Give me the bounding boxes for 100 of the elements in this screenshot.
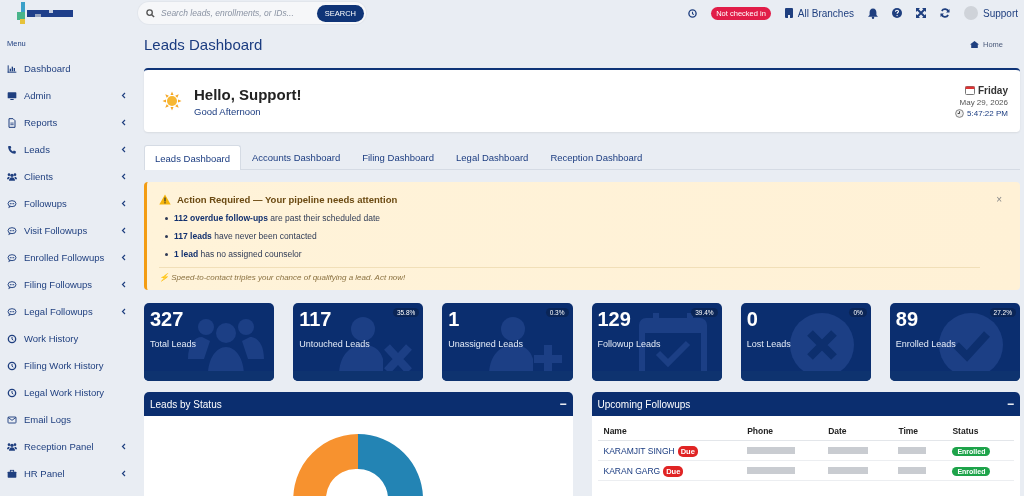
- sidebar-item[interactable]: Reports: [0, 109, 140, 136]
- sidebar-item[interactable]: Visit Followups: [0, 217, 140, 244]
- clock-icon: [7, 387, 17, 398]
- warning-icon: [159, 194, 171, 205]
- redacted-text: [828, 446, 869, 454]
- chat-icon: [7, 279, 17, 290]
- stat-value: 327: [150, 308, 184, 331]
- stat-card[interactable]: 327 Total Leads: [144, 303, 275, 381]
- alert-item: 117 leads have never been contacted: [174, 231, 317, 241]
- sidebar-item[interactable]: Enrolled Followups: [0, 244, 140, 271]
- stat-label: Lost Leads: [746, 339, 791, 349]
- time: 5:47:22 PM: [967, 108, 1008, 118]
- chart-icon: [7, 63, 17, 74]
- chat-icon: [7, 252, 17, 263]
- greeting-subtitle: Good Afternoon: [194, 105, 262, 117]
- file-icon: [7, 117, 17, 128]
- sidebar-item[interactable]: Followups: [0, 190, 140, 217]
- briefcase-icon: [7, 468, 17, 479]
- lead-name-link[interactable]: KARAN GARG: [603, 465, 661, 476]
- branch-selector[interactable]: All Branches: [784, 7, 854, 19]
- stat-value: 117: [299, 308, 332, 331]
- refresh-icon[interactable]: [939, 8, 950, 18]
- phone-icon: [7, 144, 17, 155]
- help-icon[interactable]: [891, 8, 902, 18]
- sidebar-item[interactable]: Leads: [0, 136, 140, 163]
- stat-label: Enrolled Leads: [895, 339, 956, 349]
- clock-icon: [7, 333, 17, 344]
- group-icon: [7, 441, 17, 452]
- sidebar-item[interactable]: Legal Followups: [0, 298, 140, 325]
- alert-item: 112 overdue follow-ups are past their scheduled date: [174, 213, 380, 223]
- weekday: Friday: [978, 84, 1008, 96]
- dashboard-tab[interactable]: Accounts Dashboard: [241, 145, 352, 169]
- avatar[interactable]: [963, 6, 978, 20]
- alert-item: 1 lead has no assigned counselor: [174, 249, 302, 259]
- column-header: Date: [822, 422, 893, 441]
- sidebar-item[interactable]: Filing Followups: [0, 271, 140, 298]
- panel-title: Leads by Status: [150, 398, 222, 410]
- stat-value: 129: [597, 308, 631, 331]
- clock-icon[interactable]: [688, 8, 698, 18]
- sidebar-item[interactable]: Filing Work History: [0, 352, 140, 379]
- stat-label: Unassigned Leads: [448, 339, 523, 349]
- sun-icon: [162, 91, 182, 111]
- chat-icon: [7, 306, 17, 317]
- sidebar-item[interactable]: Legal Work History: [0, 379, 140, 406]
- card-footer[interactable]: [442, 371, 573, 381]
- card-footer[interactable]: [293, 371, 424, 381]
- card-footer[interactable]: [591, 371, 722, 381]
- sidebar-item[interactable]: Dashboard: [0, 55, 140, 82]
- redacted-text: [747, 446, 796, 454]
- sidebar-item[interactable]: Clients: [0, 163, 140, 190]
- bullet-icon: [165, 252, 168, 256]
- bullet-icon: [165, 234, 168, 238]
- search-icon: [146, 8, 155, 18]
- stat-label: Followup Leads: [597, 339, 661, 349]
- building-icon: [784, 8, 793, 18]
- clock-icon: [955, 108, 965, 118]
- collapse-button[interactable]: −: [1007, 397, 1014, 411]
- stat-label: Total Leads: [150, 339, 197, 349]
- column-header: Name: [597, 422, 742, 441]
- sidebar-item[interactable]: Reception Panel: [0, 433, 140, 460]
- greeting-title: Hello, Support!: [194, 85, 302, 103]
- mail-icon: [7, 414, 17, 425]
- home-icon: [970, 40, 979, 48]
- redacted-text: [828, 466, 869, 474]
- card-footer[interactable]: [889, 371, 1020, 381]
- redacted-text: [898, 466, 927, 474]
- dashboard-tab[interactable]: Leads Dashboard: [144, 145, 241, 170]
- calendar-icon: [965, 85, 975, 95]
- lead-name-link[interactable]: KARAMJIT SINGH: [603, 445, 675, 456]
- bell-icon[interactable]: [867, 7, 878, 19]
- collapse-button[interactable]: −: [559, 397, 567, 411]
- stat-label: Untouched Leads: [299, 339, 370, 349]
- user-name[interactable]: Support: [982, 7, 1018, 19]
- stat-value: 89: [895, 308, 919, 331]
- card-footer[interactable]: [144, 371, 275, 381]
- logo-drawing: [17, 2, 73, 24]
- redacted-text: [898, 446, 927, 454]
- clock-icon: [7, 360, 17, 371]
- dashboard-tab[interactable]: Filing Dashboard: [351, 145, 446, 169]
- sidebar-item[interactable]: Work History: [0, 325, 140, 352]
- dashboard-tab[interactable]: Reception Dashboard: [539, 145, 654, 169]
- card-footer[interactable]: [740, 371, 871, 381]
- sidebar-item[interactable]: Admin: [0, 82, 140, 109]
- sidebar-item[interactable]: Email Logs: [0, 406, 140, 433]
- fullscreen-icon[interactable]: [915, 8, 926, 18]
- bullet-icon: [165, 216, 168, 220]
- column-header: Status: [946, 422, 1014, 441]
- page-title: Leads Dashboard: [144, 35, 263, 53]
- column-header: Phone: [741, 422, 823, 441]
- column-header: Time: [892, 422, 947, 441]
- alert-title: Action Required — Your pipeline needs attention: [177, 194, 398, 205]
- panel-title: Upcoming Followups: [597, 398, 691, 410]
- sidebar-item[interactable]: HR Panel: [0, 460, 140, 487]
- monitor-icon: [7, 90, 17, 101]
- alert-tip: ⚡ Speed-to-contact triples your chance of qualifying a lead. Act now!: [159, 267, 980, 282]
- chat-icon: [7, 198, 17, 209]
- dashboard-tab[interactable]: Legal Dashboard: [445, 145, 540, 169]
- date: May 29, 2026: [959, 97, 1008, 107]
- redacted-text: [747, 466, 796, 474]
- group-icon: [7, 171, 17, 182]
